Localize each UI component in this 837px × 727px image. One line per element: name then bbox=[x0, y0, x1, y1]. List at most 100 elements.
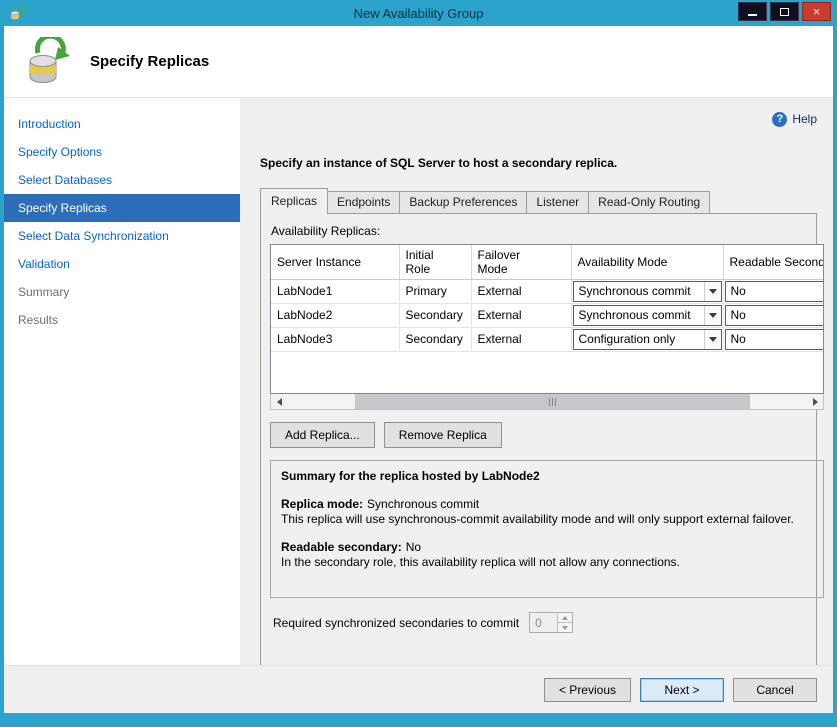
scroll-left-button[interactable] bbox=[271, 394, 287, 409]
table-row-labnode2[interactable]: LabNode2 Secondary External Synchronous … bbox=[271, 303, 824, 327]
help-link[interactable]: ? Help bbox=[258, 110, 817, 128]
dropdown-value: Synchronous commit bbox=[579, 284, 691, 298]
readable-secondary-description: In the secondary role, this availability… bbox=[281, 555, 813, 571]
readable-secondary-value: No bbox=[406, 540, 421, 554]
sidebar-item-specify-replicas[interactable]: Specify Replicas bbox=[4, 194, 240, 222]
dialog-body: Introduction Specify Options Select Data… bbox=[4, 98, 833, 665]
thumb-grip-icon bbox=[555, 398, 556, 406]
window-controls: × bbox=[738, 0, 831, 21]
help-label: Help bbox=[792, 112, 817, 126]
tab-replicas[interactable]: Replicas bbox=[260, 188, 328, 214]
replica-mode-value: Synchronous commit bbox=[367, 497, 479, 511]
stepper-up-button[interactable] bbox=[558, 613, 572, 623]
scroll-left-icon bbox=[277, 398, 282, 406]
replicas-tab-page: Availability Replicas: Server Instance I… bbox=[260, 213, 817, 665]
required-secondaries-stepper[interactable]: 0 bbox=[529, 612, 573, 633]
close-button[interactable]: × bbox=[802, 2, 831, 21]
sidebar-item-select-databases[interactable]: Select Databases bbox=[4, 166, 240, 194]
scroll-right-button[interactable] bbox=[807, 394, 823, 409]
replicas-table: Server Instance Initial Role Failover Mo… bbox=[271, 245, 824, 393]
tab-strip: Replicas Endpoints Backup Preferences Li… bbox=[258, 188, 817, 213]
titlebar[interactable]: New Availability Group × bbox=[4, 0, 833, 26]
sidebar-item-select-data-synchronization[interactable]: Select Data Synchronization bbox=[4, 222, 240, 250]
wizard-footer: < Previous Next > Cancel bbox=[4, 665, 833, 713]
cell-server-instance: LabNode2 bbox=[271, 303, 399, 327]
dropdown-value: No bbox=[731, 332, 746, 346]
thumb-grip-icon bbox=[549, 398, 550, 406]
sidebar-item-summary: Summary bbox=[4, 278, 240, 306]
dialog-content: Specify Replicas Introduction Specify Op… bbox=[4, 26, 833, 713]
scrollbar-track[interactable] bbox=[287, 394, 807, 409]
thumb-grip-icon bbox=[552, 398, 553, 406]
tab-read-only-routing[interactable]: Read-Only Routing bbox=[588, 191, 710, 213]
cell-failover-mode: External bbox=[471, 327, 571, 351]
cell-server-instance: LabNode3 bbox=[271, 327, 399, 351]
replica-action-buttons: Add Replica... Remove Replica bbox=[270, 422, 807, 448]
new-availability-group-window: New Availability Group × Specify Replica… bbox=[0, 0, 837, 727]
replica-mode-label: Replica mode: bbox=[281, 497, 363, 511]
sidebar-item-specify-options[interactable]: Specify Options bbox=[4, 138, 240, 166]
sidebar-item-validation[interactable]: Validation bbox=[4, 250, 240, 278]
table-row-labnode1[interactable]: LabNode1 Primary External Synchronous co… bbox=[271, 279, 824, 303]
readable-secondary-dropdown[interactable]: No bbox=[725, 281, 825, 302]
table-empty-space bbox=[271, 351, 824, 393]
maximize-icon bbox=[780, 8, 789, 16]
tab-backup-preferences[interactable]: Backup Preferences bbox=[399, 191, 527, 213]
col-header-readable-secondary[interactable]: Readable Secondary bbox=[723, 245, 824, 279]
summary-title: Summary for the replica hosted by LabNod… bbox=[281, 469, 813, 485]
readable-secondary-dropdown[interactable]: No bbox=[725, 305, 825, 326]
availability-replicas-label: Availability Replicas: bbox=[271, 224, 807, 238]
page-title: Specify Replicas bbox=[90, 53, 209, 70]
cell-failover-mode: External bbox=[471, 303, 571, 327]
maximize-button[interactable] bbox=[770, 2, 799, 21]
scrollbar-thumb[interactable] bbox=[355, 394, 750, 409]
col-header-availability-mode[interactable]: Availability Mode bbox=[571, 245, 723, 279]
replica-summary-box: Summary for the replica hosted by LabNod… bbox=[270, 460, 824, 598]
chevron-down-icon bbox=[562, 626, 568, 630]
summary-replica-mode-line: Replica mode: Synchronous commit bbox=[281, 497, 813, 513]
table-header-row: Server Instance Initial Role Failover Mo… bbox=[271, 245, 824, 279]
cancel-button[interactable]: Cancel bbox=[733, 678, 817, 702]
dropdown-value: No bbox=[731, 308, 746, 322]
availability-replicas-grid: Server Instance Initial Role Failover Mo… bbox=[270, 244, 824, 394]
instruction-text: Specify an instance of SQL Server to hos… bbox=[260, 156, 817, 170]
col-header-initial-role[interactable]: Initial Role bbox=[399, 245, 471, 279]
tab-endpoints[interactable]: Endpoints bbox=[327, 191, 400, 213]
previous-button[interactable]: < Previous bbox=[544, 678, 631, 702]
chevron-down-icon[interactable] bbox=[704, 282, 721, 301]
dropdown-value: Synchronous commit bbox=[579, 308, 691, 322]
availability-mode-dropdown[interactable]: Synchronous commit bbox=[573, 305, 722, 326]
sidebar-item-results: Results bbox=[4, 306, 240, 334]
window-title: New Availability Group bbox=[4, 6, 833, 21]
cell-failover-mode: External bbox=[471, 279, 571, 303]
replicas-page-icon bbox=[24, 37, 70, 87]
tab-listener[interactable]: Listener bbox=[526, 191, 589, 213]
availability-mode-dropdown[interactable]: Configuration only bbox=[573, 329, 722, 350]
chevron-down-icon[interactable] bbox=[704, 306, 721, 325]
cell-initial-role: Secondary bbox=[399, 303, 471, 327]
minimize-button[interactable] bbox=[738, 2, 767, 21]
sidebar-item-introduction[interactable]: Introduction bbox=[4, 110, 240, 138]
close-icon: × bbox=[813, 5, 821, 18]
availability-mode-dropdown[interactable]: Synchronous commit bbox=[573, 281, 722, 302]
chevron-up-icon bbox=[562, 616, 568, 620]
table-row-labnode3[interactable]: LabNode3 Secondary External Configuratio… bbox=[271, 327, 824, 351]
wizard-steps-sidebar: Introduction Specify Options Select Data… bbox=[4, 98, 240, 665]
col-header-server-instance[interactable]: Server Instance bbox=[271, 245, 399, 279]
wizard-header: Specify Replicas bbox=[4, 26, 833, 98]
help-icon: ? bbox=[772, 112, 787, 127]
main-pane: ? Help Specify an instance of SQL Server… bbox=[240, 98, 833, 665]
cell-initial-role: Secondary bbox=[399, 327, 471, 351]
dropdown-value: No bbox=[731, 284, 746, 298]
stepper-down-button[interactable] bbox=[558, 623, 572, 632]
next-button[interactable]: Next > bbox=[640, 678, 724, 702]
readable-secondary-dropdown[interactable]: No bbox=[725, 329, 825, 350]
col-header-failover-mode[interactable]: Failover Mode bbox=[471, 245, 571, 279]
chevron-down-icon[interactable] bbox=[704, 330, 721, 349]
remove-replica-button[interactable]: Remove Replica bbox=[384, 422, 502, 448]
dropdown-value: Configuration only bbox=[579, 332, 676, 346]
cell-initial-role: Primary bbox=[399, 279, 471, 303]
horizontal-scrollbar[interactable] bbox=[270, 394, 824, 410]
add-replica-button[interactable]: Add Replica... bbox=[270, 422, 375, 448]
required-secondaries-row: Required synchronized secondaries to com… bbox=[270, 612, 807, 633]
